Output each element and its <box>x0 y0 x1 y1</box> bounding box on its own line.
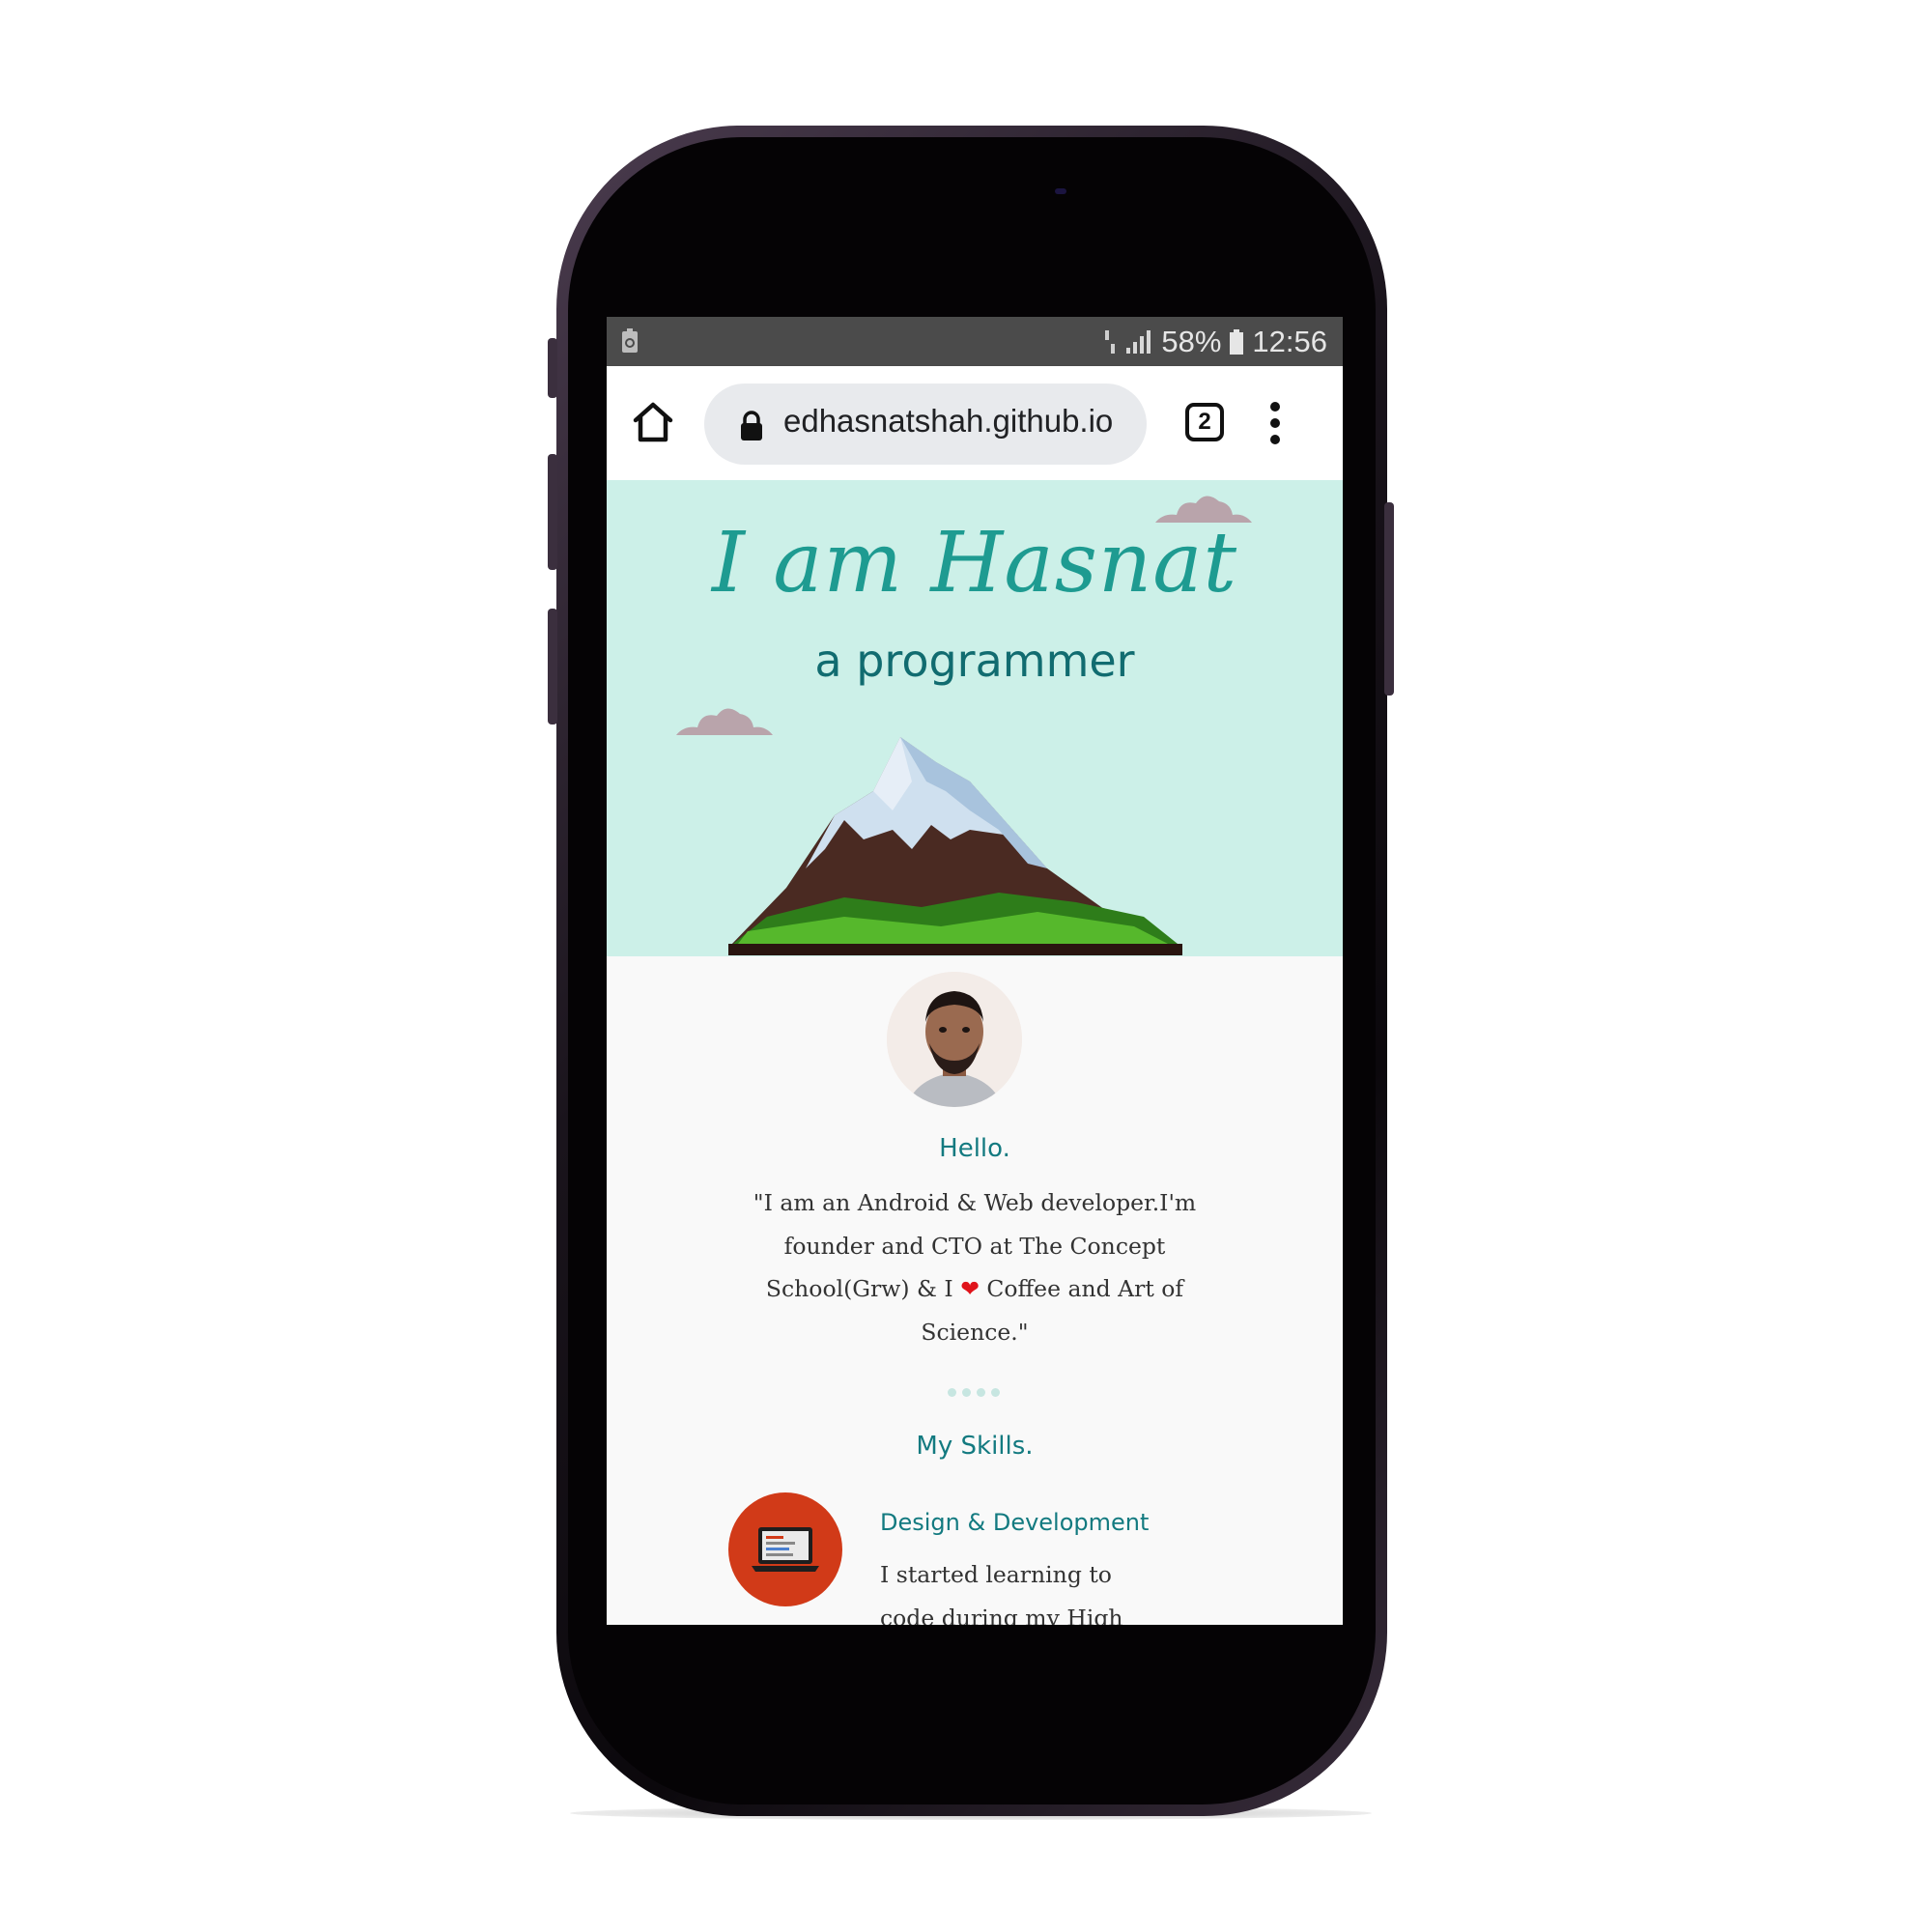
hero-section: I am Hasnat a programmer <box>607 480 1343 956</box>
phone-screen: 58% 12:56 edhasnatshah.github.io 2 I am … <box>607 317 1343 1625</box>
battery-percent: 58% <box>1161 325 1222 358</box>
laptop-icon <box>752 1527 819 1572</box>
heart-icon: ❤ <box>960 1275 980 1302</box>
skill-icon-circle <box>728 1492 842 1606</box>
volume-down-button <box>548 454 557 570</box>
skills-heading: My Skills. <box>916 1432 1034 1461</box>
divider-dot <box>962 1388 971 1397</box>
more-menu-icon[interactable] <box>1267 399 1283 447</box>
section-divider <box>925 1388 1022 1398</box>
clock: 12:56 <box>1252 325 1327 358</box>
signal-icon <box>1126 330 1151 354</box>
battery-saver-icon <box>622 328 638 353</box>
status-bar: 58% 12:56 <box>607 317 1343 366</box>
divider-dot <box>991 1388 1000 1397</box>
bixby-button <box>548 609 557 724</box>
volume-up-button <box>548 338 557 398</box>
home-icon[interactable] <box>630 399 676 445</box>
url-text: edhasnatshah.github.io <box>783 403 1114 439</box>
lock-icon <box>741 411 762 440</box>
front-camera <box>1055 188 1066 194</box>
profile-photo <box>887 972 1022 1107</box>
power-button <box>1384 502 1394 696</box>
hero-subtitle: a programmer <box>814 635 1135 687</box>
skill-title: Design & Development <box>880 1509 1150 1536</box>
avatar <box>887 972 1022 1107</box>
skill-description: I started learning to code during my Hig… <box>880 1561 1123 1625</box>
address-bar[interactable]: edhasnatshah.github.io <box>704 384 1147 465</box>
battery-icon <box>1230 329 1244 355</box>
data-transfer-icon <box>1105 330 1116 354</box>
divider-dot <box>948 1388 956 1397</box>
browser-toolbar: edhasnatshah.github.io 2 <box>607 366 1343 480</box>
tab-switcher-button[interactable]: 2 <box>1185 403 1224 441</box>
hero-title: I am Hasnat <box>711 515 1238 611</box>
divider-dot <box>977 1388 985 1397</box>
status-indicators: 58% 12:56 <box>1103 321 1327 363</box>
mountain-illustration <box>728 737 1182 955</box>
about-intro: "I am an Android & Web developer.I'm fou… <box>733 1181 1216 1353</box>
about-heading: Hello. <box>939 1134 1010 1163</box>
